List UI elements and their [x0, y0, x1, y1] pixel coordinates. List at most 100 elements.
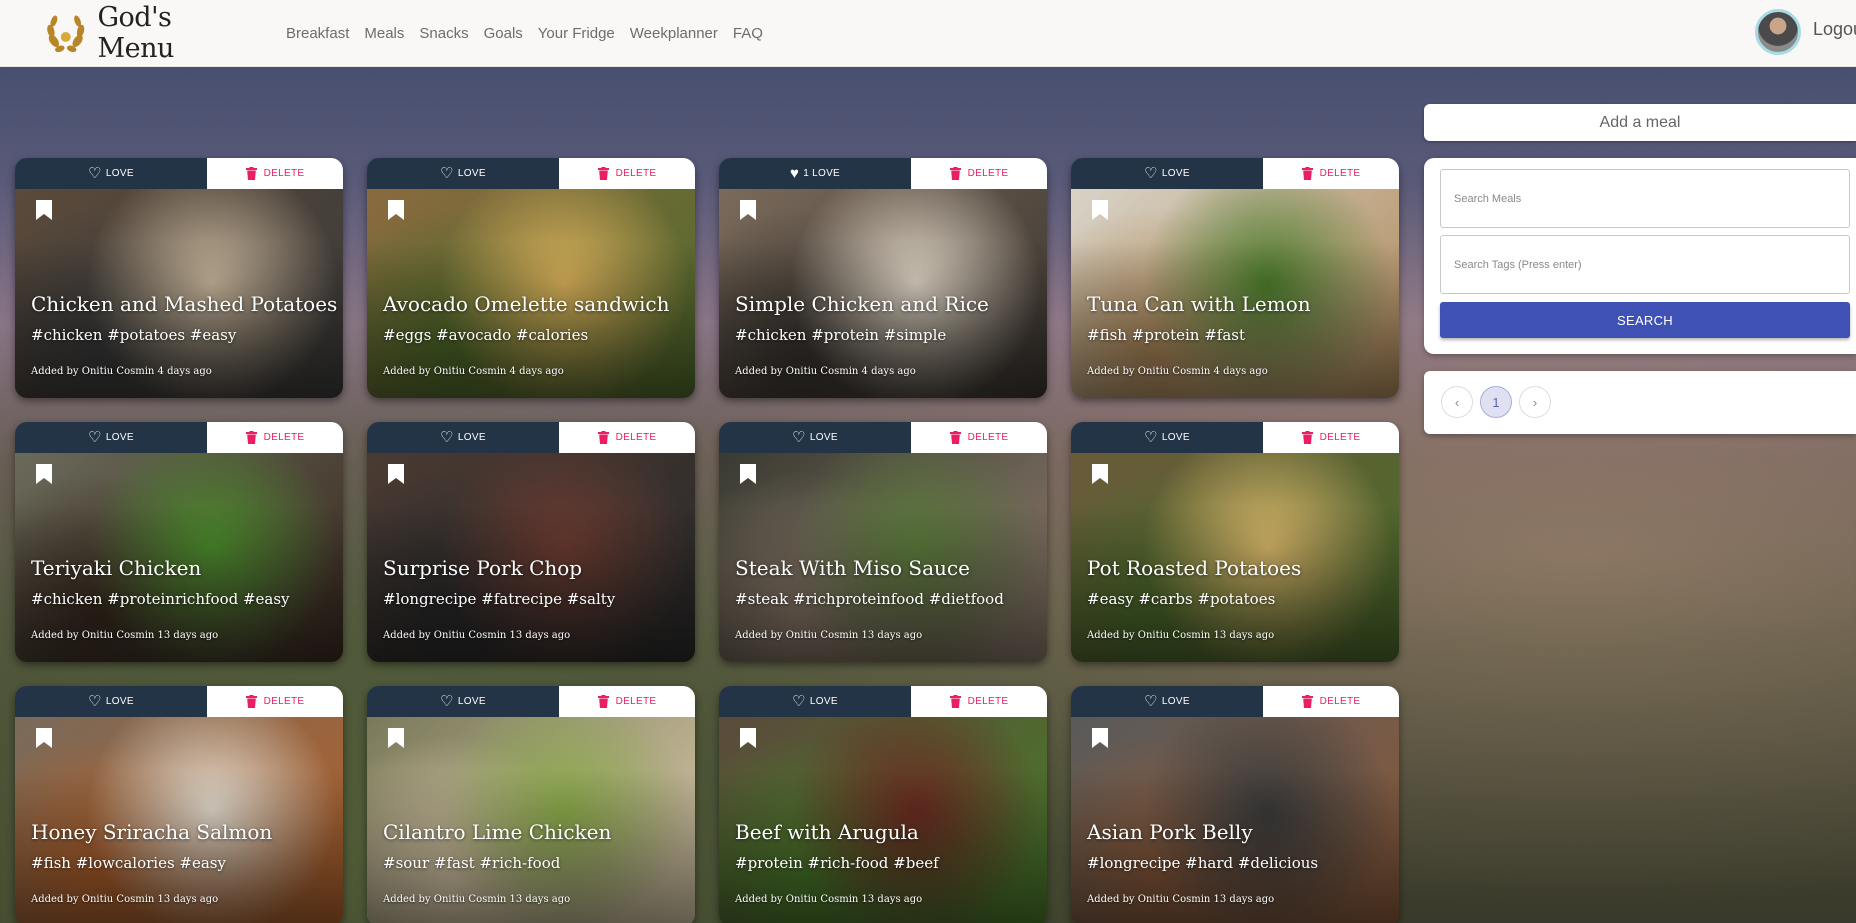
- meal-card[interactable]: ♡ LOVE DELETE Beef with Arugula #protein #ri…: [719, 686, 1047, 923]
- bookmark-icon[interactable]: [739, 727, 757, 749]
- meal-title[interactable]: Chicken and Mashed Potatoes: [31, 292, 337, 316]
- search-button[interactable]: SEARCH: [1440, 302, 1850, 338]
- love-button[interactable]: ♡ LOVE: [1071, 686, 1263, 717]
- love-button[interactable]: ♥ 1 LOVE: [719, 158, 911, 189]
- prev-page-button[interactable]: ‹: [1441, 386, 1473, 418]
- heart-icon: ♡: [88, 693, 102, 710]
- delete-button[interactable]: DELETE: [559, 422, 695, 453]
- bookmark-icon[interactable]: [387, 727, 405, 749]
- brand-name: God's Menu: [97, 2, 174, 64]
- meal-card[interactable]: ♡ LOVE DELETE Chicken and Mashed Potatoes #c…: [15, 158, 343, 398]
- meal-card[interactable]: ♡ LOVE DELETE Asian Pork Belly #longrecipe #…: [1071, 686, 1399, 923]
- meal-card[interactable]: ♡ LOVE DELETE Tuna Can with Lemon #fish #pro…: [1071, 158, 1399, 398]
- love-button[interactable]: ♡ LOVE: [1071, 158, 1263, 189]
- love-button[interactable]: ♡ LOVE: [15, 422, 207, 453]
- bookmark-icon[interactable]: [739, 463, 757, 485]
- delete-button[interactable]: DELETE: [911, 158, 1047, 189]
- delete-button[interactable]: DELETE: [1263, 158, 1399, 189]
- bookmark-icon[interactable]: [35, 199, 53, 221]
- meal-title[interactable]: Asian Pork Belly: [1087, 820, 1253, 844]
- meal-card[interactable]: ♡ LOVE DELETE Surprise Pork Chop #longrecipe…: [367, 422, 695, 662]
- meal-title[interactable]: Teriyaki Chicken: [31, 556, 201, 580]
- nav-goals[interactable]: Goals: [484, 25, 523, 42]
- bookmark-icon[interactable]: [35, 463, 53, 485]
- user-avatar[interactable]: [1755, 9, 1801, 55]
- meal-card[interactable]: ♡ LOVE DELETE Teriyaki Chicken #chicken #pro…: [15, 422, 343, 662]
- delete-button[interactable]: DELETE: [207, 422, 343, 453]
- meal-card[interactable]: ♡ LOVE DELETE Steak With Miso Sauce #steak #…: [719, 422, 1047, 662]
- heart-icon: ♥: [789, 165, 800, 182]
- meal-card[interactable]: ♥ 1 LOVE DELETE Simple Chicken and Rice #chi…: [719, 158, 1047, 398]
- search-meals-input[interactable]: [1440, 169, 1850, 228]
- delete-button[interactable]: DELETE: [559, 686, 695, 717]
- bookmark-icon[interactable]: [387, 463, 405, 485]
- meal-title[interactable]: Simple Chicken and Rice: [735, 292, 989, 316]
- love-label: LOVE: [457, 432, 486, 443]
- main-nav: Breakfast Meals Snacks Goals Your Fridge…: [286, 25, 778, 42]
- nav-your-fridge[interactable]: Your Fridge: [538, 25, 615, 42]
- love-button[interactable]: ♡ LOVE: [367, 422, 559, 453]
- delete-button[interactable]: DELETE: [911, 686, 1047, 717]
- nav-faq[interactable]: FAQ: [733, 25, 763, 42]
- love-button[interactable]: ♡ LOVE: [1071, 422, 1263, 453]
- bookmark-icon[interactable]: [387, 199, 405, 221]
- meal-author: Added by Onitiu Cosmin 13 days ago: [1087, 630, 1275, 641]
- delete-label: DELETE: [615, 432, 657, 443]
- meal-title[interactable]: Steak With Miso Sauce: [735, 556, 970, 580]
- meal-card[interactable]: ♡ LOVE DELETE Avocado Omelette sandwich #egg…: [367, 158, 695, 398]
- search-tags-input[interactable]: [1440, 235, 1850, 294]
- trash-icon: [949, 695, 961, 708]
- heart-icon: ♡: [440, 693, 454, 710]
- love-button[interactable]: ♡ LOVE: [367, 158, 559, 189]
- love-button[interactable]: ♡ LOVE: [367, 686, 559, 717]
- nav-snacks[interactable]: Snacks: [419, 25, 468, 42]
- love-label: 1 LOVE: [803, 168, 841, 179]
- love-button[interactable]: ♡ LOVE: [719, 422, 911, 453]
- nav-meals[interactable]: Meals: [364, 25, 404, 42]
- bookmark-icon[interactable]: [739, 199, 757, 221]
- trash-icon: [949, 431, 961, 444]
- delete-button[interactable]: DELETE: [1263, 422, 1399, 453]
- love-button[interactable]: ♡ LOVE: [15, 158, 207, 189]
- meal-title[interactable]: Tuna Can with Lemon: [1087, 292, 1311, 316]
- meal-card[interactable]: ♡ LOVE DELETE Cilantro Lime Chicken #sour #f…: [367, 686, 695, 923]
- heart-icon: ♡: [440, 165, 454, 182]
- meal-title[interactable]: Beef with Arugula: [735, 820, 919, 844]
- bookmark-icon[interactable]: [35, 727, 53, 749]
- card-actions: ♡ LOVE DELETE: [367, 686, 695, 717]
- meal-author: Added by Onitiu Cosmin 13 days ago: [31, 894, 219, 905]
- nav-weekplanner[interactable]: Weekplanner: [630, 25, 718, 42]
- meal-card[interactable]: ♡ LOVE DELETE Honey Sriracha Salmon #fish #l…: [15, 686, 343, 923]
- meal-card[interactable]: ♡ LOVE DELETE Pot Roasted Potatoes #easy #ca…: [1071, 422, 1399, 662]
- meal-title[interactable]: Cilantro Lime Chicken: [383, 820, 611, 844]
- love-button[interactable]: ♡ LOVE: [719, 686, 911, 717]
- brand[interactable]: God's Menu: [44, 2, 254, 64]
- bookmark-icon[interactable]: [1091, 463, 1109, 485]
- meal-title[interactable]: Avocado Omelette sandwich: [383, 292, 669, 316]
- meal-title[interactable]: Pot Roasted Potatoes: [1087, 556, 1301, 580]
- meal-title[interactable]: Surprise Pork Chop: [383, 556, 582, 580]
- top-navbar: God's Menu Breakfast Meals Snacks Goals …: [0, 0, 1856, 67]
- next-page-button[interactable]: ›: [1519, 386, 1551, 418]
- love-label: LOVE: [1161, 432, 1190, 443]
- delete-button[interactable]: DELETE: [207, 686, 343, 717]
- delete-label: DELETE: [615, 696, 657, 707]
- meal-title[interactable]: Honey Sriracha Salmon: [31, 820, 272, 844]
- page-button-1[interactable]: 1: [1480, 386, 1512, 418]
- delete-button[interactable]: DELETE: [1263, 686, 1399, 717]
- add-meal-button[interactable]: Add a meal: [1424, 104, 1856, 141]
- delete-label: DELETE: [263, 696, 305, 707]
- love-label: LOVE: [809, 696, 838, 707]
- delete-button[interactable]: DELETE: [559, 158, 695, 189]
- bookmark-icon[interactable]: [1091, 727, 1109, 749]
- nav-breakfast[interactable]: Breakfast: [286, 25, 349, 42]
- love-button[interactable]: ♡ LOVE: [15, 686, 207, 717]
- delete-button[interactable]: DELETE: [911, 422, 1047, 453]
- bookmark-icon[interactable]: [1091, 199, 1109, 221]
- logout-link[interactable]: Logou: [1813, 19, 1856, 40]
- card-actions: ♡ LOVE DELETE: [719, 686, 1047, 717]
- delete-label: DELETE: [615, 168, 657, 179]
- meal-tags: #easy #carbs #potatoes: [1087, 590, 1276, 608]
- card-actions: ♡ LOVE DELETE: [367, 422, 695, 453]
- delete-button[interactable]: DELETE: [207, 158, 343, 189]
